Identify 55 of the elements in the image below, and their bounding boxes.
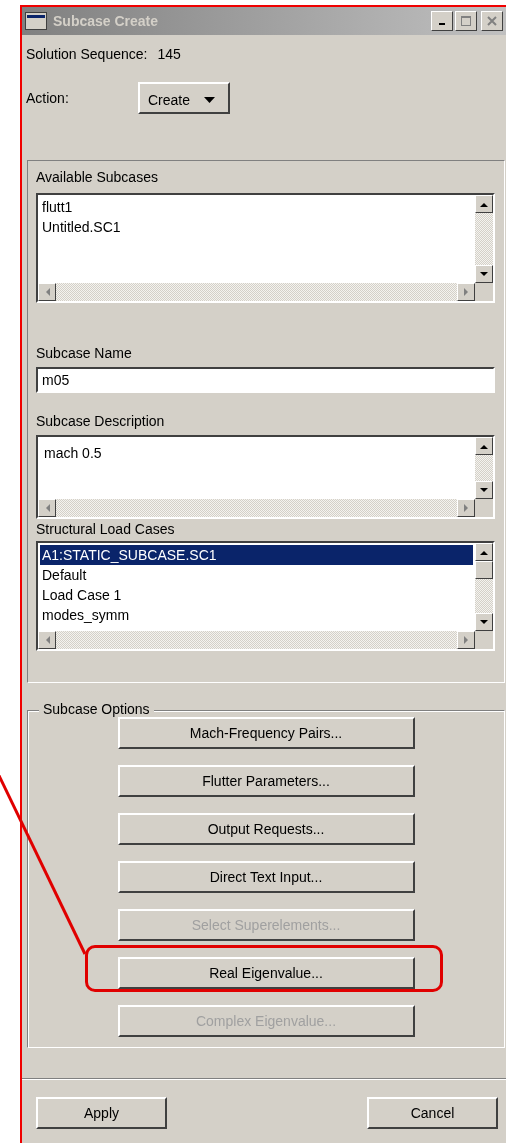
option-button[interactable]: Output Requests... — [117, 813, 415, 845]
list-item[interactable]: A1:STATIC_SUBCASE.SC1 — [40, 545, 473, 565]
option-button[interactable]: Real Eigenvalue... — [117, 957, 415, 989]
available-subcases-label: Available Subcases — [36, 169, 159, 187]
dialog-button[interactable]: Apply — [36, 1097, 167, 1129]
list-item[interactable]: flutt1 — [40, 197, 473, 217]
action-label: Action: — [26, 90, 70, 106]
subcase-name-label: Subcase Name — [36, 345, 133, 363]
vertical-scrollbar[interactable] — [475, 437, 493, 499]
scroll-down-icon[interactable] — [475, 613, 493, 631]
subcase-description-label: Subcase Description — [36, 413, 166, 431]
minimize-icon[interactable] — [431, 11, 453, 31]
option-button[interactable]: Flutter Parameters... — [117, 765, 415, 797]
scrollbar-corner — [475, 631, 493, 649]
window-icon — [25, 12, 47, 30]
scroll-left-icon[interactable] — [38, 283, 56, 301]
vertical-scrollbar[interactable] — [475, 195, 493, 283]
scroll-down-icon[interactable] — [475, 481, 493, 499]
solution-sequence-value: 145 — [157, 46, 181, 62]
structural-load-cases-label: Structural Load Cases — [36, 521, 176, 539]
window-title: Subcase Create — [53, 13, 159, 29]
scroll-up-icon[interactable] — [475, 437, 493, 455]
scroll-up-icon[interactable] — [475, 195, 493, 213]
scroll-up-icon[interactable] — [475, 543, 493, 561]
horizontal-scrollbar[interactable] — [38, 499, 475, 517]
description-text: mach 0.5 — [44, 445, 102, 461]
horizontal-scrollbar[interactable] — [38, 631, 475, 649]
horizontal-scrollbar[interactable] — [38, 283, 475, 301]
caret-icon — [204, 97, 216, 103]
scrollbar-corner — [475, 283, 493, 301]
scrollbar-corner — [475, 499, 493, 517]
maximize-icon[interactable] — [455, 11, 477, 31]
subcase-name-field[interactable]: m05 — [36, 367, 495, 393]
scroll-right-icon[interactable] — [457, 283, 475, 301]
scroll-right-icon[interactable] — [457, 631, 475, 649]
solution-sequence-label: Solution Sequence: — [26, 46, 148, 62]
option-button[interactable]: Mach-Frequency Pairs... — [117, 717, 415, 749]
action-dropdown[interactable]: Create — [138, 82, 230, 114]
scroll-left-icon[interactable] — [38, 499, 56, 517]
structural-load-cases-list[interactable]: A1:STATIC_SUBCASE.SC1 Default Load Case 1 modes_symm — [36, 541, 495, 651]
subcase-options-label: Subcase Options — [39, 701, 154, 717]
list-item[interactable]: Default — [40, 565, 473, 585]
option-button[interactable]: Direct Text Input... — [117, 861, 415, 893]
scroll-left-icon[interactable] — [38, 631, 56, 649]
list-item[interactable]: modes_symm — [40, 605, 473, 625]
dialog-button[interactable]: Cancel — [367, 1097, 498, 1129]
scroll-down-icon[interactable] — [475, 265, 493, 283]
vertical-scrollbar[interactable] — [475, 543, 493, 631]
list-item[interactable]: Untitled.SC1 — [40, 217, 473, 237]
close-icon[interactable] — [481, 11, 503, 31]
scroll-thumb[interactable] — [475, 561, 493, 579]
scroll-right-icon[interactable] — [457, 499, 475, 517]
list-item[interactable]: Load Case 1 — [40, 585, 473, 605]
available-subcases-list[interactable]: flutt1 Untitled.SC1 — [36, 193, 495, 303]
subcase-description-field[interactable]: mach 0.5 — [36, 435, 495, 519]
